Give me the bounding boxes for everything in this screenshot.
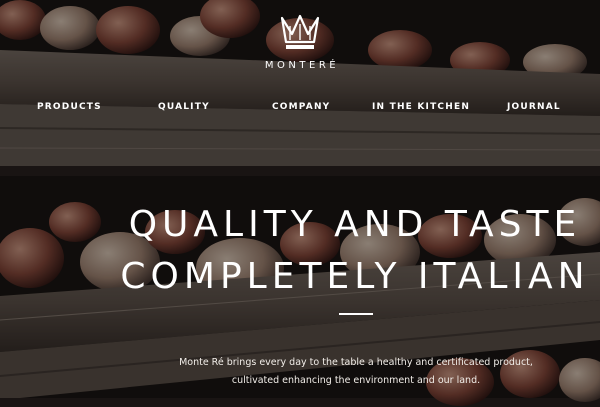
nav-item-in-the-kitchen[interactable]: IN THE KITCHEN	[372, 102, 470, 112]
headline-divider	[339, 313, 373, 315]
hero-headline: QUALITY AND TASTE COMPLETELY ITALIAN	[0, 199, 600, 303]
nav-item-journal[interactable]: JOURNAL	[507, 102, 561, 112]
brand-name: MONTERÉ	[264, 60, 340, 71]
nav-item-products[interactable]: PRODUCTS	[37, 102, 102, 112]
hero-headline-line2: COMPLETELY ITALIAN	[120, 256, 590, 297]
nav-item-quality[interactable]: QUALITY	[158, 102, 210, 112]
hero-headline-line1: QUALITY AND TASTE	[128, 204, 582, 245]
hero-subtitle-line1: Monte Ré brings every day to the table a…	[179, 356, 533, 368]
main-nav: PRODUCTS QUALITY COMPANY IN THE KITCHEN …	[0, 102, 600, 114]
nav-item-company[interactable]: COMPANY	[272, 102, 330, 112]
hero-section: MONTERÉ PRODUCTS QUALITY COMPANY IN THE …	[0, 0, 600, 407]
brand-logo[interactable]: MONTERÉ	[0, 14, 600, 71]
hero-subtitle-line2: cultivated enhancing the environment and…	[231, 374, 481, 386]
hero-subtitle: Monte Ré brings every day to the table a…	[0, 354, 600, 390]
crown-icon	[280, 14, 320, 49]
